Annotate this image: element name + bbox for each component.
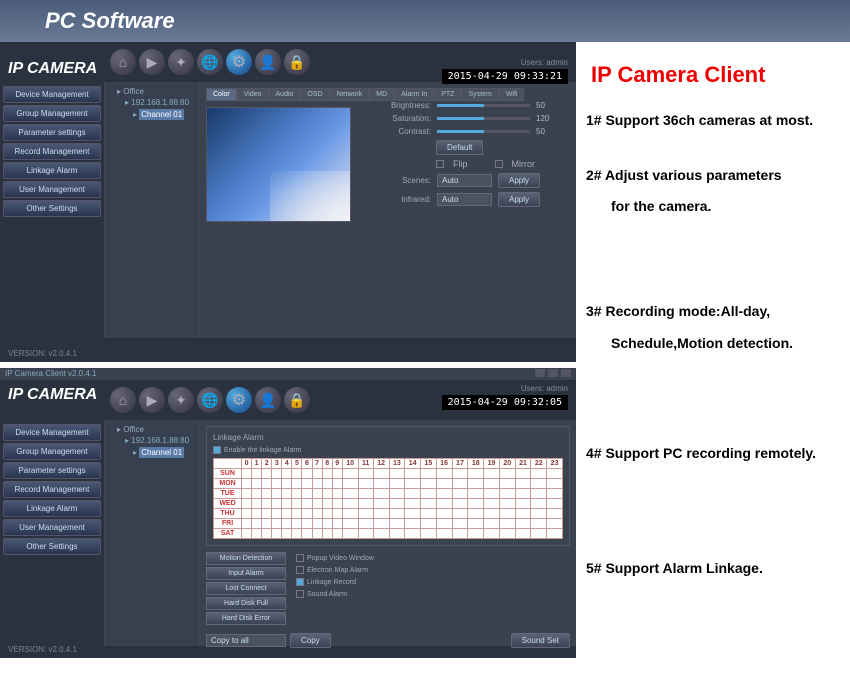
lost-connect-button[interactable]: Lost Connect bbox=[206, 582, 286, 595]
saturation-label: Saturation: bbox=[386, 114, 431, 123]
scenes-select[interactable]: Auto bbox=[437, 174, 492, 187]
device-tree: ▸ Office ▸ 192.168.1.88:80 ▸ Channel 01 bbox=[105, 420, 200, 646]
enable-linkage-checkbox[interactable]: Enable the linkage Alarm bbox=[213, 446, 563, 454]
sidebar-device[interactable]: Device Management bbox=[3, 424, 101, 441]
lock-icon[interactable]: 🔒 bbox=[284, 49, 310, 75]
feature-2: 2# Adjust various parameters bbox=[586, 163, 845, 188]
gear-icon[interactable]: ⚙ bbox=[226, 49, 252, 75]
sidebar-group[interactable]: Group Management bbox=[3, 105, 101, 122]
sidebar-group[interactable]: Group Management bbox=[3, 443, 101, 460]
contrast-slider[interactable] bbox=[437, 130, 530, 133]
hard-disk-full-button[interactable]: Hard Disk Full bbox=[206, 597, 286, 610]
linkage-title: Linkage Alarm bbox=[213, 433, 563, 442]
globe-icon[interactable]: 🌐 bbox=[197, 387, 223, 413]
app-brand: IP CAMERA bbox=[8, 60, 97, 78]
camera-preview bbox=[206, 107, 351, 222]
sidebar-other[interactable]: Other Settings bbox=[3, 538, 101, 555]
infrared-select[interactable]: Auto bbox=[437, 193, 492, 206]
play-icon[interactable]: ▶ bbox=[139, 49, 165, 75]
sidebar-linkage[interactable]: Linkage Alarm bbox=[3, 162, 101, 179]
timestamp: 2015-04-29 09:32:05 bbox=[442, 395, 568, 410]
feature-4: 4# Support PC recording remotely. bbox=[586, 441, 845, 466]
marketing-column: IP Camera Client 1# Support 36ch cameras… bbox=[576, 42, 850, 658]
lock-icon[interactable]: 🔒 bbox=[284, 387, 310, 413]
hard-disk-error-button[interactable]: Hard Disk Error bbox=[206, 612, 286, 625]
minimize-icon[interactable] bbox=[535, 369, 545, 377]
copy-to-select[interactable]: Copy to all bbox=[206, 634, 286, 647]
sidebar-param[interactable]: Parameter settings bbox=[3, 124, 101, 141]
maximize-icon[interactable] bbox=[548, 369, 558, 377]
linkage-panel: Linkage Alarm Enable the linkage Alarm 0… bbox=[200, 420, 576, 646]
device-tree: ▸ Office ▸ 192.168.1.88:80 ▸ Channel 01 bbox=[105, 82, 200, 338]
home-icon[interactable]: ⌂ bbox=[110, 49, 136, 75]
titlebar: IP Camera Client v2.0.4.1 bbox=[0, 368, 576, 380]
version-label: VERSION: v2.0.4.1 bbox=[4, 347, 81, 360]
ptz-icon[interactable]: ✦ bbox=[168, 49, 194, 75]
user-icon[interactable]: 👤 bbox=[255, 387, 281, 413]
brightness-label: Brightness: bbox=[386, 101, 431, 110]
tree-root[interactable]: ▸ Office bbox=[109, 424, 195, 435]
feature-1: 1# Support 36ch cameras at most. bbox=[586, 108, 845, 133]
gear-icon[interactable]: ⚙ bbox=[226, 387, 252, 413]
brightness-slider[interactable] bbox=[437, 104, 530, 107]
tab-audio[interactable]: Audio bbox=[269, 88, 301, 101]
sidebar: Device Management Group Management Param… bbox=[0, 82, 105, 338]
contrast-label: Contrast: bbox=[386, 127, 431, 136]
feature-3: 3# Recording mode:All-day, bbox=[586, 299, 845, 324]
feature-3b: Schedule,Motion detection. bbox=[611, 335, 845, 351]
sidebar-param[interactable]: Parameter settings bbox=[3, 462, 101, 479]
ptz-icon[interactable]: ✦ bbox=[168, 387, 194, 413]
tab-color[interactable]: Color bbox=[206, 88, 237, 101]
sidebar-user[interactable]: User Management bbox=[3, 181, 101, 198]
user-info: Users: admin 2015-04-29 09:33:21 bbox=[442, 58, 568, 84]
sidebar-linkage[interactable]: Linkage Alarm bbox=[3, 500, 101, 517]
sound-alarm-checkbox[interactable]: Sound Alarm bbox=[296, 590, 374, 598]
sidebar-device[interactable]: Device Management bbox=[3, 86, 101, 103]
user-info: Users: admin 2015-04-29 09:32:05 bbox=[442, 384, 568, 410]
version-label: VERSION: v2.0.4.1 bbox=[4, 643, 81, 656]
app-window-color: IP CAMERA ⌂ ▶ ✦ 🌐 ⚙ 👤 🔒 Users: admin 201… bbox=[0, 42, 576, 362]
tree-channel[interactable]: ▸ Channel 01 bbox=[109, 446, 195, 459]
electron-map-checkbox[interactable]: Electron Map Alarm bbox=[296, 566, 374, 574]
mirror-checkbox[interactable] bbox=[495, 160, 503, 168]
schedule-grid[interactable]: 01234567891011121314151617181920212223SU… bbox=[213, 458, 563, 539]
feature-2b: for the camera. bbox=[611, 198, 845, 214]
saturation-slider[interactable] bbox=[437, 117, 530, 120]
flip-checkbox[interactable] bbox=[436, 160, 444, 168]
default-button[interactable]: Default bbox=[436, 140, 483, 155]
sidebar-record[interactable]: Record Management bbox=[3, 143, 101, 160]
page-header: PC Software bbox=[0, 0, 850, 42]
user-icon[interactable]: 👤 bbox=[255, 49, 281, 75]
feature-5: 5# Support Alarm Linkage. bbox=[586, 556, 845, 581]
popup-video-checkbox[interactable]: Popup Video Window bbox=[296, 554, 374, 562]
home-icon[interactable]: ⌂ bbox=[110, 387, 136, 413]
sound-set-button[interactable]: Sound Set bbox=[511, 633, 570, 648]
input-alarm-button[interactable]: Input Alarm bbox=[206, 567, 286, 580]
sidebar-user[interactable]: User Management bbox=[3, 519, 101, 536]
product-title: IP Camera Client bbox=[581, 52, 845, 108]
sidebar-record[interactable]: Record Management bbox=[3, 481, 101, 498]
color-panel: Color Video Audio OSD Network MD Alarm I… bbox=[200, 82, 576, 338]
tab-video[interactable]: Video bbox=[237, 88, 269, 101]
sidebar-other[interactable]: Other Settings bbox=[3, 200, 101, 217]
timestamp: 2015-04-29 09:33:21 bbox=[442, 69, 568, 84]
app-brand: IP CAMERA bbox=[8, 386, 97, 404]
sidebar: Device Management Group Management Param… bbox=[0, 420, 105, 646]
tab-network[interactable]: Network bbox=[330, 88, 370, 101]
play-icon[interactable]: ▶ bbox=[139, 387, 165, 413]
app-window-linkage: IP Camera Client v2.0.4.1 IP CAMERA ⌂ ▶ … bbox=[0, 368, 576, 658]
globe-icon[interactable]: 🌐 bbox=[197, 49, 223, 75]
scenes-apply[interactable]: Apply bbox=[498, 173, 540, 188]
tree-ip[interactable]: ▸ 192.168.1.88:80 bbox=[109, 97, 195, 108]
motion-detection-button[interactable]: Motion Detection bbox=[206, 552, 286, 565]
tree-root[interactable]: ▸ Office bbox=[109, 86, 195, 97]
tab-osd[interactable]: OSD bbox=[300, 88, 329, 101]
tree-channel[interactable]: ▸ Channel 01 bbox=[109, 108, 195, 121]
copy-button[interactable]: Copy bbox=[290, 633, 331, 648]
close-icon[interactable] bbox=[561, 369, 571, 377]
linkage-record-checkbox[interactable]: Linkage Record bbox=[296, 578, 374, 586]
tree-ip[interactable]: ▸ 192.168.1.88:80 bbox=[109, 435, 195, 446]
infrared-apply[interactable]: Apply bbox=[498, 192, 540, 207]
